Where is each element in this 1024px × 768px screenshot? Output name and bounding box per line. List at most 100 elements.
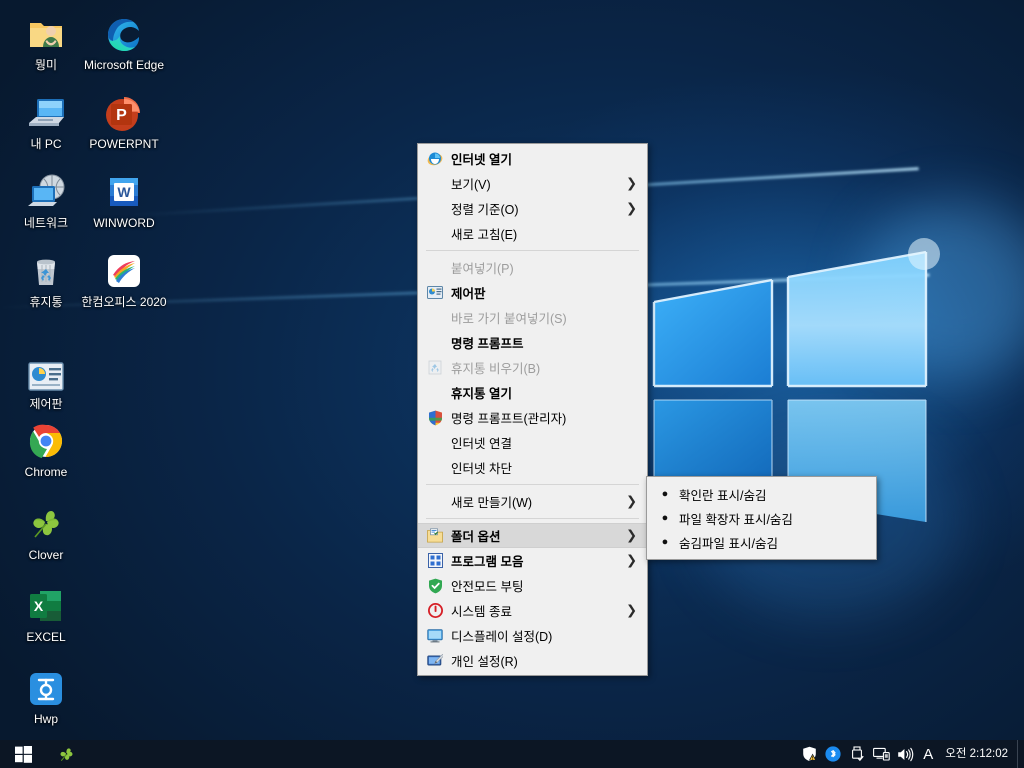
menu-item-sort-by[interactable]: 정렬 기준(O) ❯	[418, 196, 647, 221]
desktop-icon-hwp[interactable]: Hwp	[0, 660, 92, 726]
menu-item-display-settings[interactable]: 디스플레이 설정(D)	[418, 623, 647, 648]
menu-item-label: 새로 고침(E)	[451, 228, 518, 242]
clover-icon	[0, 496, 92, 544]
menu-item-label: 보기(V)	[451, 178, 491, 192]
submenu-item-toggle-file-extensions[interactable]: ● 파일 확장자 표시/숨김	[647, 506, 876, 530]
volume-icon[interactable]	[893, 740, 917, 768]
bluetooth-icon[interactable]	[821, 740, 845, 768]
menu-item-label: 바로 가기 붙여넣기(S)	[451, 312, 567, 326]
menu-item-new[interactable]: 새로 만들기(W) ❯	[418, 489, 647, 514]
bullet-icon: ●	[661, 512, 669, 524]
menu-item-shutdown[interactable]: 시스템 종료 ❯	[418, 598, 647, 623]
clover-icon	[59, 747, 73, 761]
personalize-icon	[424, 652, 446, 670]
network-monitor-icon[interactable]	[869, 740, 893, 768]
menu-item-block-internet[interactable]: 인터넷 차단	[418, 455, 647, 480]
hwp-icon	[0, 660, 92, 708]
menu-item-open-internet[interactable]: 인터넷 열기	[418, 146, 647, 171]
menu-item-label: 프로그램 모음	[451, 555, 524, 569]
empty-icon-slot	[424, 259, 446, 277]
empty-icon-slot	[424, 384, 446, 402]
empty-icon-slot	[424, 225, 446, 243]
desktop-icon-hancom-office[interactable]: 한컴오피스 2020	[78, 243, 170, 309]
menu-item-label: 정렬 기준(O)	[451, 203, 519, 217]
hancom-office-icon	[78, 243, 170, 291]
menu-item-folder-options[interactable]: 폴더 옵션 ❯	[418, 523, 647, 548]
system-tray[interactable]: A 오전 2:12:02	[797, 740, 1024, 768]
desktop-context-menu[interactable]: 인터넷 열기 보기(V) ❯ 정렬 기준(O) ❯ 새로 고침(E) 붙여넣기(…	[417, 143, 648, 676]
shield-uac-icon	[424, 409, 446, 427]
menu-separator	[426, 250, 639, 251]
desktop-icon-chrome[interactable]: Chrome	[0, 413, 92, 479]
desktop-icon-label: Clover	[28, 548, 64, 562]
chevron-right-icon: ❯	[626, 201, 637, 216]
menu-item-personalize[interactable]: 개인 설정(R)	[418, 648, 647, 673]
safely-remove-hardware-icon[interactable]	[845, 740, 869, 768]
menu-item-command-prompt[interactable]: 명령 프롬프트	[418, 330, 647, 355]
chevron-right-icon: ❯	[626, 528, 637, 543]
menu-item-programs-collection[interactable]: 프로그램 모음 ❯	[418, 548, 647, 573]
desktop-icon-label: POWERPNT	[89, 137, 159, 151]
empty-icon-slot	[424, 493, 446, 511]
menu-item-control-panel[interactable]: 제어판	[418, 280, 647, 305]
menu-item-connect-internet[interactable]: 인터넷 연결	[418, 430, 647, 455]
desktop-icon-label: EXCEL	[26, 630, 66, 644]
internet-explorer-icon	[424, 150, 446, 168]
desktop-icon-clover[interactable]: Clover	[0, 496, 92, 562]
menu-item-command-prompt-admin[interactable]: 명령 프롬프트(관리자)	[418, 405, 647, 430]
empty-icon-slot	[424, 334, 446, 352]
control-panel-icon	[0, 345, 92, 393]
menu-item-view[interactable]: 보기(V) ❯	[418, 171, 647, 196]
desktop[interactable]: 뭥미 Microsoft Edge 내 PC P POWERPNT 네트워크 W…	[0, 0, 1024, 740]
empty-icon-slot	[424, 175, 446, 193]
submenu-item-toggle-hidden-files[interactable]: ● 숨김파일 표시/숨김	[647, 530, 876, 554]
menu-item-label: 휴지통 열기	[451, 387, 512, 401]
menu-item-empty-recycle-bin: 휴지통 비우기(B)	[418, 355, 647, 380]
taskbar[interactable]: A 오전 2:12:02	[0, 740, 1024, 768]
menu-item-safe-mode-boot[interactable]: 안전모드 부팅	[418, 573, 647, 598]
word-icon: W	[78, 164, 170, 212]
chevron-right-icon: ❯	[626, 603, 637, 618]
folder-options-submenu[interactable]: ● 확인란 표시/숨김 ● 파일 확장자 표시/숨김 ● 숨김파일 표시/숨김	[646, 476, 877, 560]
desktop-icon-word[interactable]: W WINWORD	[78, 164, 170, 230]
chevron-right-icon: ❯	[626, 176, 637, 191]
security-shield-warning-icon[interactable]	[797, 740, 821, 768]
menu-item-label: 안전모드 부팅	[451, 580, 524, 594]
green-shield-icon	[424, 577, 446, 595]
desktop-icon-excel[interactable]: X EXCEL	[0, 578, 92, 644]
desktop-icon-label: Chrome	[24, 465, 68, 479]
desktop-icon-edge[interactable]: Microsoft Edge	[78, 6, 170, 72]
menu-item-label: 인터넷 차단	[451, 462, 512, 476]
taskbar-item-clover[interactable]	[46, 740, 86, 768]
desktop-icon-powerpoint[interactable]: P POWERPNT	[78, 85, 170, 151]
svg-text:W: W	[117, 184, 131, 200]
menu-item-label: 제어판	[451, 287, 486, 301]
desktop-icon-label: Hwp	[33, 712, 58, 726]
bullet-icon: ●	[661, 536, 669, 548]
desktop-icon-control-panel[interactable]: 제어판	[0, 345, 92, 411]
desktop-icon-label: 한컴오피스 2020	[81, 295, 167, 309]
start-button[interactable]	[0, 740, 46, 768]
svg-text:X: X	[34, 598, 44, 614]
menu-separator	[426, 518, 639, 519]
ime-mode-indicator[interactable]: A	[917, 740, 939, 768]
submenu-item-label: 확인란 표시/숨김	[679, 488, 767, 503]
edge-icon	[78, 6, 170, 54]
menu-item-label: 개인 설정(R)	[451, 655, 518, 669]
chrome-icon	[0, 413, 92, 461]
display-icon	[424, 627, 446, 645]
taskbar-clock[interactable]: 오전 2:12:02	[939, 740, 1017, 768]
show-desktop-button[interactable]	[1017, 740, 1024, 768]
menu-item-paste: 붙여넣기(P)	[418, 255, 647, 280]
chevron-right-icon: ❯	[626, 494, 637, 509]
submenu-item-label: 숨김파일 표시/숨김	[679, 536, 778, 551]
submenu-item-toggle-checkboxes[interactable]: ● 확인란 표시/숨김	[647, 482, 876, 506]
control-panel-icon	[424, 284, 446, 302]
powerpoint-icon: P	[78, 85, 170, 133]
recycle-bin-small-icon	[424, 359, 446, 377]
menu-item-label: 디스플레이 설정(D)	[451, 630, 553, 644]
menu-item-refresh[interactable]: 새로 고침(E)	[418, 221, 647, 246]
empty-icon-slot	[424, 200, 446, 218]
menu-item-open-recycle-bin[interactable]: 휴지통 열기	[418, 380, 647, 405]
menu-item-label: 명령 프롬프트	[451, 337, 524, 351]
